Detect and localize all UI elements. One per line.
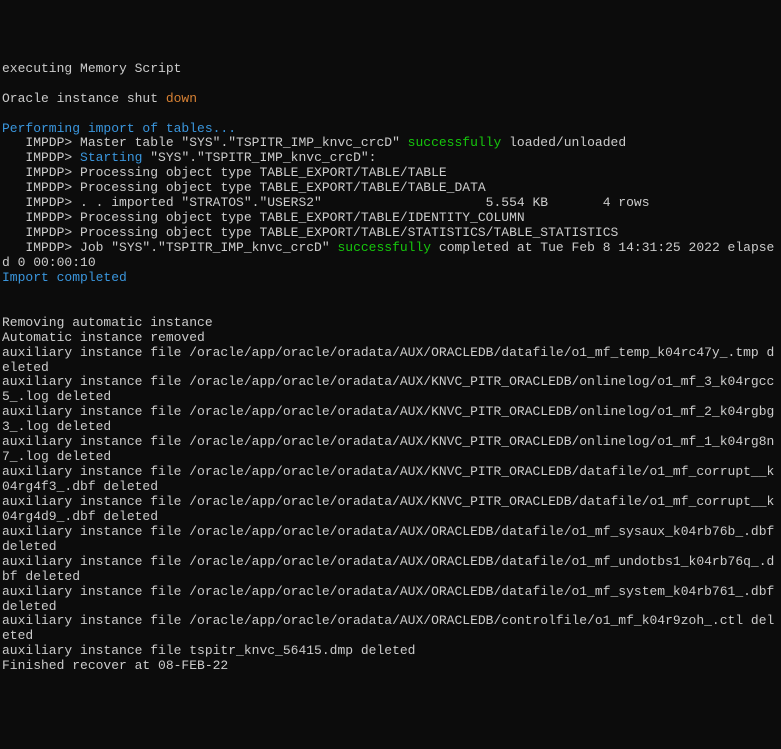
terminal-line: auxiliary instance file tspitr_knvc_5641… [2, 644, 779, 659]
terminal-line: auxiliary instance file /oracle/app/orac… [2, 585, 779, 615]
terminal-line: auxiliary instance file /oracle/app/orac… [2, 346, 779, 376]
terminal-line: Automatic instance removed [2, 331, 779, 346]
terminal-line: auxiliary instance file /oracle/app/orac… [2, 614, 779, 644]
terminal-line: Import completed [2, 271, 779, 286]
terminal-line: Performing import of tables... [2, 122, 779, 137]
terminal-line: executing Memory Script [2, 62, 779, 77]
terminal-output: executing Memory Script Oracle instance … [2, 62, 779, 674]
terminal-line [2, 107, 779, 122]
terminal-line: IMPDP> Starting "SYS"."TSPITR_IMP_knvc_c… [2, 151, 779, 166]
terminal-line: IMPDP> Processing object type TABLE_EXPO… [2, 211, 779, 226]
terminal-line: auxiliary instance file /oracle/app/orac… [2, 555, 779, 585]
terminal-line: IMPDP> Processing object type TABLE_EXPO… [2, 226, 779, 241]
terminal-line [2, 301, 779, 316]
terminal-line: auxiliary instance file /oracle/app/orac… [2, 375, 779, 405]
terminal-line: IMPDP> . . imported "STRATOS"."USERS2" 5… [2, 196, 779, 211]
terminal-line: auxiliary instance file /oracle/app/orac… [2, 405, 779, 435]
terminal-line: auxiliary instance file /oracle/app/orac… [2, 435, 779, 465]
terminal-line: Removing automatic instance [2, 316, 779, 331]
terminal-line: auxiliary instance file /oracle/app/orac… [2, 465, 779, 495]
terminal-line: auxiliary instance file /oracle/app/orac… [2, 525, 779, 555]
terminal-line: auxiliary instance file /oracle/app/orac… [2, 495, 779, 525]
terminal-line: IMPDP> Processing object type TABLE_EXPO… [2, 166, 779, 181]
terminal-line: IMPDP> Master table "SYS"."TSPITR_IMP_kn… [2, 136, 779, 151]
terminal-line: Finished recover at 08-FEB-22 [2, 659, 779, 674]
terminal-line: IMPDP> Processing object type TABLE_EXPO… [2, 181, 779, 196]
terminal-line: IMPDP> Job "SYS"."TSPITR_IMP_knvc_crcD" … [2, 241, 779, 271]
terminal-line: Oracle instance shut down [2, 92, 779, 107]
terminal-line [2, 77, 779, 92]
terminal-line [2, 286, 779, 301]
